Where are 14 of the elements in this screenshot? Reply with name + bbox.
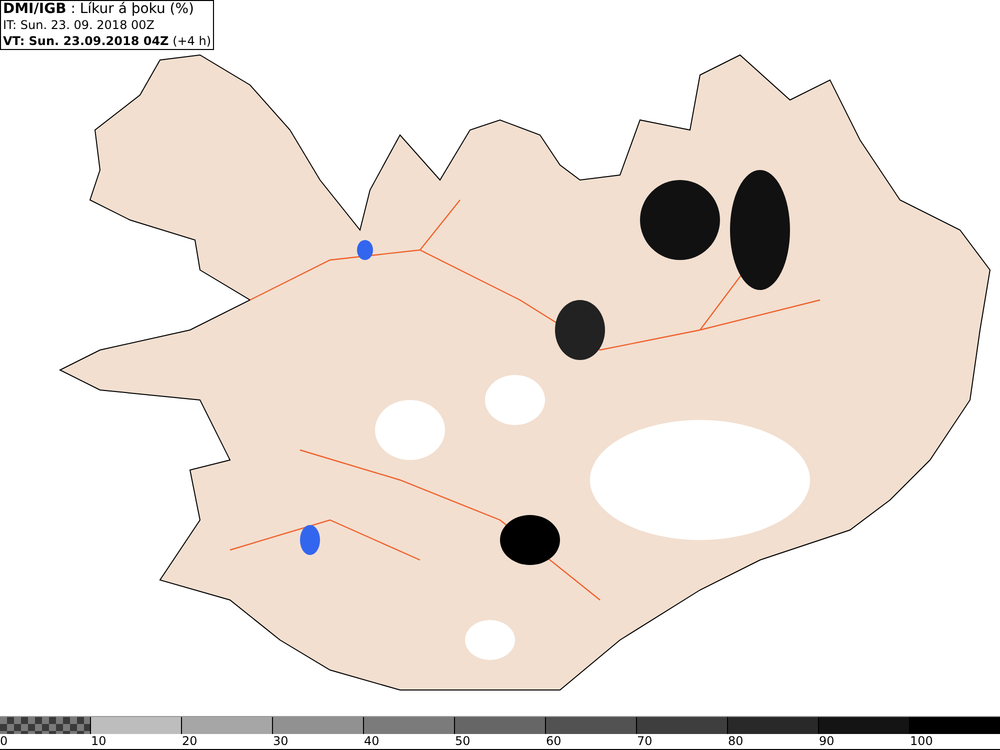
time-label: VT: Sun. 23.09.2018 04Z (+4 h): [3, 33, 212, 49]
map-title: DMI/IGB : Líkur á þoku (%): [3, 1, 196, 17]
time-label: IT: Sun. 23. 09. 2018 00Z: [3, 17, 156, 33]
legend-label: 40: [364, 734, 380, 749]
legend-label: 60: [546, 734, 562, 749]
legend-label: 50: [455, 734, 470, 749]
legend-label: 0: [0, 734, 8, 749]
legend-label: 90: [819, 734, 834, 749]
legend-label: 20: [182, 734, 198, 749]
legend-label: 30: [273, 734, 288, 749]
legend-label: 10: [91, 734, 106, 749]
legend-label: 80: [728, 734, 744, 749]
legend-label: 100: [910, 734, 933, 749]
legend-label: 70: [637, 734, 652, 749]
